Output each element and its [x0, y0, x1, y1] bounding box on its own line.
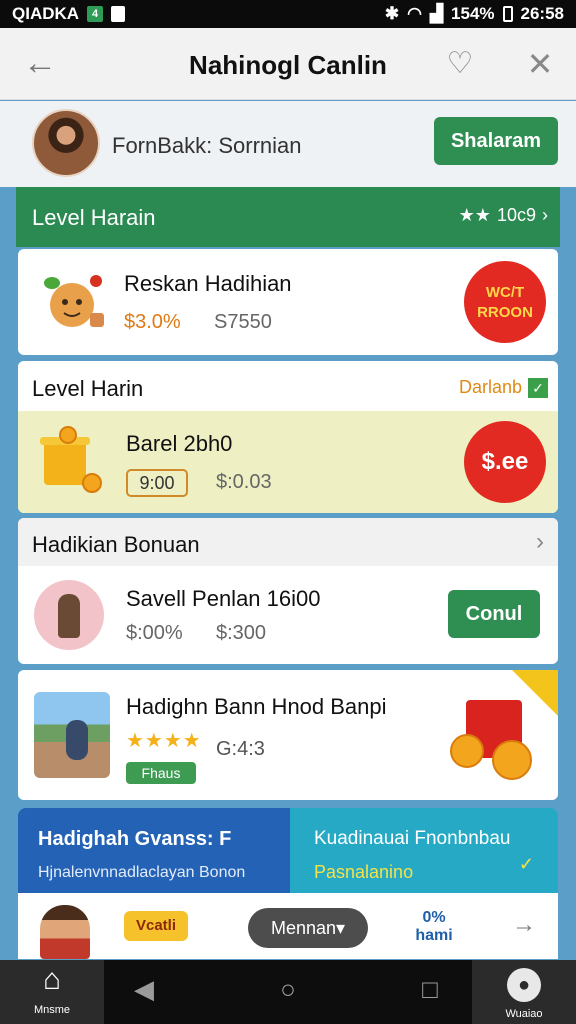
bluetooth-icon: ✱ [384, 4, 400, 23]
level-bar[interactable]: Level Harain ★★ 10c9 › [16, 187, 560, 247]
bonus-section: Hadikian Bonuan › Savell Penlan 16i00 $:… [18, 518, 558, 664]
promo-card[interactable]: Hadighn Bann Hnod Banpi ★★★★ G:4:3 Fhaus [18, 670, 558, 800]
profile-name: FornBakk: Sorrnian [112, 133, 302, 158]
coin-icon [450, 734, 484, 768]
nav-profile-label: Wuaiao [505, 1008, 543, 1020]
signal-icon: ▟ [429, 4, 444, 23]
promo-photo [34, 692, 110, 778]
nav-recents-icon[interactable]: □ [410, 974, 450, 1005]
level-section: Level Harin Darlanb ✓ Barel 2bh0 9:00 $:… [18, 361, 558, 513]
bonus-header[interactable]: Hadikian Bonuan › [18, 518, 558, 566]
section-link-label: Darlanb [458, 377, 522, 397]
rating-value: G:4:3 [216, 738, 265, 760]
promo-title: Hadighah Gvanss: F [38, 828, 232, 850]
arrow-right-icon[interactable]: → [512, 911, 536, 939]
price-old: S7550 [214, 311, 272, 333]
item-price: $:0.03 [216, 471, 272, 493]
app-notification-icon: 4 [87, 6, 104, 22]
card-title: Hadighn Bann Hnod Banpi [126, 694, 387, 719]
close-icon[interactable]: ✕ [520, 46, 560, 82]
character-icon [44, 275, 104, 327]
bottom-strip: Vcatli Mennan▾ 0% hami → [18, 893, 558, 959]
tag-badge: Fhaus [126, 762, 196, 784]
rating-stars: ★★★★ [126, 730, 202, 752]
heart-icon[interactable]: ♡ [440, 46, 480, 82]
app-bar: ← Nahinogl Canlin ♡ ✕ [0, 28, 576, 100]
nav-home-circle-icon[interactable]: ○ [268, 974, 308, 1005]
nav-back-icon[interactable]: ◀ [124, 974, 164, 1005]
nav-bar: ⌂ Mnsme ◀ ○ □ ● Wuaiao [0, 960, 576, 1024]
menu-dropdown[interactable]: Mennan▾ [248, 908, 368, 948]
chevron-right-icon: › [536, 528, 544, 555]
nav-home[interactable]: ⌂ Mnsme [0, 960, 104, 1024]
promo-title: Kuadinauai Fnonbnbau [314, 828, 511, 849]
price-badge: $.ee [464, 421, 546, 503]
profile-row: FornBakk: Sorrnian Shalaram [0, 101, 576, 187]
avatar[interactable] [32, 109, 100, 177]
bucket-icon [40, 426, 102, 493]
chevron-right-icon: › [542, 205, 548, 225]
price-b: $:300 [216, 622, 267, 644]
section-link[interactable]: Darlanb ✓ [459, 377, 548, 398]
clock: 26:58 [520, 4, 564, 23]
nav-home-label: Mnsme [33, 1004, 71, 1016]
promo-subtitle: Hjnalenvnnadlaclayan Bonon [38, 864, 246, 881]
item-title: Savell Penlan 16i00 [126, 586, 321, 611]
nav-profile[interactable]: ● Wuaiao [472, 960, 576, 1024]
voucher-badge[interactable]: Vcatli [124, 911, 188, 941]
item-title: Barel 2bh0 [126, 431, 233, 456]
chevron-down-icon: ✓ [518, 854, 534, 874]
level-count: 10c9 [496, 205, 536, 225]
battery-percent: 154% [451, 4, 495, 23]
reward-card[interactable]: Reskan Hadihian $3.0% S7550 WC/T RROON [18, 249, 558, 355]
carrier-label: QIADKA [12, 4, 80, 23]
price-a: $:00% [126, 622, 183, 644]
percent-label: hami [415, 927, 453, 944]
star-icon: ★★ [458, 205, 491, 225]
level-item[interactable]: Barel 2bh0 9:00 $:0.03 $.ee [18, 411, 558, 513]
promo-subtitle: Pasnalanino [314, 862, 414, 882]
code-pill: 9:00 [126, 469, 188, 497]
section-title: Level Harin [32, 376, 144, 401]
coin-icon [492, 740, 532, 780]
page-title: Nahinogl Canlin [189, 50, 387, 80]
wifi-icon: ◠ [407, 4, 422, 23]
percent-value: 0% [422, 909, 446, 926]
user-icon: ● [507, 968, 541, 1002]
promo-banner-right[interactable]: Kuadinauai Fnonbnbau Pasnalanino ✓ [290, 808, 558, 904]
promo-banner-left[interactable]: Hadighah Gvanss: F Hjnalenvnnadlaclayan … [18, 808, 290, 904]
card-title: Reskan Hadihian [124, 271, 292, 296]
sale-badge: WC/T RROON [464, 261, 546, 343]
percent-badge: 0% hami [412, 909, 456, 945]
status-bar: QIADKA 4 ✱ ◠ ▟ 154% 26:58 [0, 0, 576, 28]
battery-icon [502, 6, 513, 22]
notification-icon [111, 6, 126, 22]
claim-button[interactable]: Conul [448, 590, 540, 638]
share-button[interactable]: Shalaram [434, 117, 558, 165]
price-current: $3.0% [124, 311, 181, 333]
home-icon: ⌂ [42, 963, 62, 996]
person-image [34, 580, 104, 650]
section-title: Hadikian Bonuan [32, 532, 200, 557]
kid-image [40, 905, 90, 959]
level-bar-label: Level Harain [32, 205, 156, 230]
check-icon: ✓ [528, 377, 548, 398]
